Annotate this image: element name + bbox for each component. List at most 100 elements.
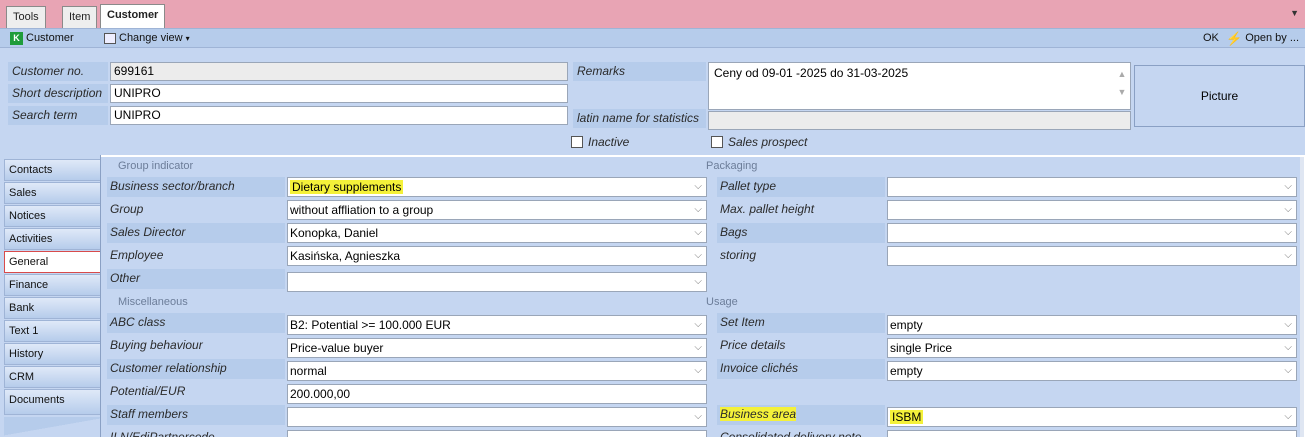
bags-select[interactable]: ⌵	[887, 223, 1297, 243]
search-term-field[interactable]: UNIPRO	[110, 106, 568, 125]
chevron-down-icon: ⌵	[694, 411, 702, 422]
potential-eur-label: Potential/EUR	[110, 384, 186, 398]
price-details-select[interactable]: single Price ⌵	[887, 338, 1297, 358]
business-sector-value: Dietary supplements	[290, 180, 404, 194]
staff-members-select[interactable]: ⌵	[287, 407, 707, 427]
max-pallet-height-label: Max. pallet height	[720, 202, 815, 216]
nav-bank[interactable]: Bank	[4, 297, 100, 319]
remarks-label: Remarks	[573, 62, 706, 81]
picture-button[interactable]: Picture	[1134, 65, 1305, 127]
customer-no-field[interactable]: 699161	[110, 62, 568, 81]
customer-relationship-select[interactable]: normal ⌵	[287, 361, 707, 381]
customer-k-icon: K	[10, 32, 23, 45]
staff-members-label: Staff members	[107, 405, 285, 425]
tab-dropdown-icon[interactable]: ▼	[1290, 8, 1299, 18]
pallet-type-select[interactable]: ⌵	[887, 177, 1297, 197]
sales-prospect-checkbox-box[interactable]	[711, 136, 723, 148]
toolbar: K Customer Change view ▾ OK ⚡ Open by ..…	[0, 28, 1305, 48]
chevron-down-icon: ⌵	[694, 365, 702, 376]
tab-tools[interactable]: Tools	[6, 6, 46, 28]
inactive-checkbox-box[interactable]	[571, 136, 583, 148]
chevron-down-icon: ⌵	[694, 204, 702, 215]
group-label: Group	[110, 202, 144, 216]
nav-history[interactable]: History	[4, 343, 100, 365]
other-label: Other	[107, 269, 285, 289]
latin-name-field[interactable]	[708, 111, 1131, 130]
ok-label: OK	[1203, 32, 1219, 44]
pallet-type-label: Pallet type	[717, 177, 885, 197]
chevron-down-icon: ⌵	[1284, 204, 1292, 215]
chevron-down-icon: ⌵	[694, 181, 702, 192]
general-panel: Group indicator Business sector/branch D…	[100, 155, 1305, 437]
sales-director-value: Konopka, Daniel	[290, 226, 379, 240]
miscellaneous-title: Miscellaneous	[118, 296, 188, 308]
business-sector-select[interactable]: Dietary supplements ⌵	[287, 177, 707, 197]
consolidated-delivery-select[interactable]	[887, 430, 1297, 437]
potential-eur-field[interactable]: 200.000,00	[287, 384, 707, 404]
sales-director-label: Sales Director	[107, 223, 285, 243]
employee-label: Employee	[110, 248, 164, 262]
business-sector-label: Business sector/branch	[107, 177, 285, 197]
short-description-label: Short description	[8, 84, 108, 103]
remarks-text: Ceny od 09-01 -2025 do 31-03-2025	[714, 66, 909, 80]
tab-item[interactable]: Item	[62, 6, 98, 28]
storing-label: storing	[720, 248, 757, 262]
latin-name-label: latin name for statistics	[573, 109, 706, 128]
open-by-button[interactable]: ⚡ Open by ...	[1226, 31, 1299, 46]
customer-header: Customer no. 699161 Short description UN…	[0, 48, 1305, 155]
customer-button[interactable]: K Customer	[10, 31, 74, 46]
change-view-icon	[104, 33, 116, 44]
chevron-down-icon: ⌵	[694, 227, 702, 238]
tab-bar: Tools Item Customer ▼	[0, 0, 1305, 28]
set-item-select[interactable]: empty ⌵	[887, 315, 1297, 335]
nav-crm[interactable]: CRM	[4, 366, 100, 388]
invoice-cliches-select[interactable]: empty ⌵	[887, 361, 1297, 381]
nav-finance[interactable]: Finance	[4, 274, 100, 296]
sales-prospect-checkbox[interactable]: Sales prospect	[711, 135, 807, 149]
vertical-scrollbar[interactable]	[1300, 157, 1304, 437]
general-form: Group indicator Business sector/branch D…	[101, 157, 1304, 437]
nav-documents[interactable]: Documents	[4, 389, 100, 415]
tab-customer[interactable]: Customer	[100, 4, 166, 28]
max-pallet-height-select[interactable]: ⌵	[887, 200, 1297, 220]
consolidated-delivery-label: Consolidated delivery note	[720, 430, 862, 437]
short-description-field[interactable]: UNIPRO	[110, 84, 568, 103]
buying-behaviour-value: Price-value buyer	[290, 341, 384, 355]
change-view-label: Change view	[119, 32, 183, 44]
nav-notices[interactable]: Notices	[4, 205, 100, 227]
change-view-button[interactable]: Change view ▾	[104, 31, 190, 46]
business-area-label-text: Business area	[720, 407, 797, 421]
business-area-select[interactable]: ISBM ⌵	[887, 407, 1297, 427]
customer-relationship-value: normal	[290, 364, 327, 378]
sales-prospect-label: Sales prospect	[728, 135, 808, 149]
usage-title: Usage	[706, 296, 738, 308]
chevron-down-icon: ⌵	[1284, 227, 1292, 238]
other-select[interactable]: ⌵	[287, 272, 707, 292]
nav-text-1[interactable]: Text 1	[4, 320, 100, 342]
group-select[interactable]: without affliation to a group ⌵	[287, 200, 707, 220]
inactive-label: Inactive	[588, 135, 630, 149]
iln-edi-field[interactable]	[287, 430, 707, 437]
nav-contacts[interactable]: Contacts	[4, 159, 100, 181]
chevron-down-icon: ⌵	[694, 342, 702, 353]
ok-button[interactable]: OK	[1203, 31, 1219, 46]
abc-class-select[interactable]: B2: Potential >= 100.000 EUR ⌵	[287, 315, 707, 335]
employee-select[interactable]: Kasińska, Agnieszka ⌵	[287, 246, 707, 266]
open-by-label: Open by ...	[1245, 32, 1299, 44]
price-details-value: single Price	[890, 341, 953, 355]
nav-general[interactable]: General	[4, 251, 100, 273]
sales-director-select[interactable]: Konopka, Daniel ⌵	[287, 223, 707, 243]
nav-activities[interactable]: Activities	[4, 228, 100, 250]
storing-select[interactable]: ⌵	[887, 246, 1297, 266]
employee-value: Kasińska, Agnieszka	[290, 249, 401, 263]
remarks-scrollbar[interactable]: ▲ ▼	[1116, 65, 1128, 107]
chevron-down-icon: ⌵	[1284, 365, 1292, 376]
customer-button-label: Customer	[26, 32, 74, 44]
bags-label: Bags	[717, 223, 885, 243]
customer-no-label: Customer no.	[8, 62, 108, 81]
chevron-down-icon: ⌵	[1284, 411, 1292, 422]
nav-sales[interactable]: Sales	[4, 182, 100, 204]
remarks-textarea[interactable]: Ceny od 09-01 -2025 do 31-03-2025 ▲ ▼	[708, 62, 1131, 110]
inactive-checkbox[interactable]: Inactive	[571, 135, 629, 149]
buying-behaviour-select[interactable]: Price-value buyer ⌵	[287, 338, 707, 358]
